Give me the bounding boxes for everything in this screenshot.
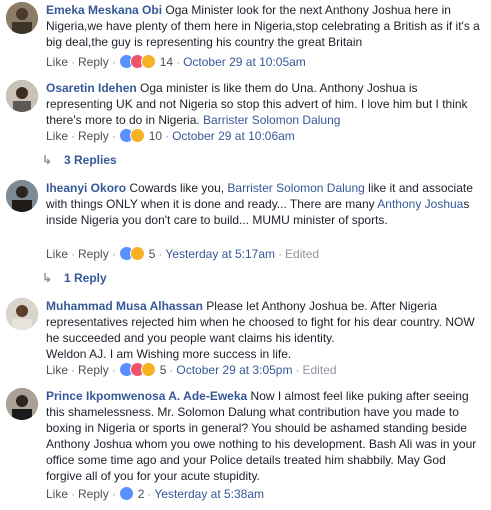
- view-replies-link[interactable]: ↳ 1 Reply: [42, 270, 107, 286]
- comment-body: Iheanyi Okoro Cowards like you, Barriste…: [46, 180, 483, 228]
- view-replies-link[interactable]: ↳ 3 Replies: [42, 152, 117, 168]
- reactions[interactable]: [118, 362, 156, 381]
- comment-author[interactable]: Emeka Meskana Obi: [46, 3, 162, 17]
- mention-link[interactable]: Barrister Solomon Dalung: [203, 113, 340, 127]
- reply-arrow-icon: ↳: [42, 271, 53, 285]
- reaction-count[interactable]: 5: [149, 247, 156, 261]
- haha-reaction-icon: [140, 362, 156, 377]
- comment-timestamp[interactable]: October 29 at 10:05am: [183, 55, 306, 69]
- reaction-count[interactable]: 5: [160, 363, 167, 377]
- comment-body: Muhammad Musa Alhassan Please let Anthon…: [46, 298, 483, 362]
- comment-actions: Like · Reply · 5 · Yesterday at 5:17am · Edited: [46, 246, 319, 262]
- reaction-count[interactable]: 2: [138, 487, 145, 501]
- comment-body: Emeka Meskana Obi Oga Minister look for …: [46, 2, 483, 50]
- comment-author[interactable]: Osaretin Idehen: [46, 81, 137, 95]
- avatar[interactable]: [6, 80, 38, 112]
- comment-author[interactable]: Prince Ikpomwenosa A. Ade-Eweka: [46, 389, 247, 403]
- reactions[interactable]: [118, 128, 145, 147]
- haha-reaction-icon: [140, 54, 156, 69]
- like-link[interactable]: Like: [46, 129, 68, 143]
- avatar[interactable]: [6, 388, 38, 420]
- avatar[interactable]: [6, 180, 38, 212]
- comment-text: Now I almost feel like puking after seei…: [46, 389, 476, 483]
- like-link[interactable]: Like: [46, 487, 68, 501]
- comment-actions: Like · Reply · 14 · October 29 at 10:05am: [46, 54, 306, 70]
- comment-actions: Like · Reply · 5 · October 29 at 3:05pm · Edited: [46, 362, 337, 378]
- comment-actions: Like · Reply · 2 · Yesterday at 5:38am: [46, 486, 264, 502]
- edited-label: Edited: [285, 247, 320, 261]
- comment-text-segment: Now I almost feel like puking after seei…: [46, 389, 477, 483]
- avatar[interactable]: [6, 298, 38, 330]
- comment-body: Prince Ikpomwenosa A. Ade-Eweka Now I al…: [46, 388, 483, 484]
- reply-link[interactable]: Reply: [78, 363, 109, 377]
- comment-timestamp[interactable]: October 29 at 10:06am: [172, 129, 295, 143]
- mention-link[interactable]: Barrister Solomon Dalung: [227, 181, 364, 195]
- reaction-count[interactable]: 10: [149, 129, 162, 143]
- like-reaction-icon: [118, 486, 134, 501]
- reaction-count[interactable]: 14: [160, 55, 173, 69]
- reply-link[interactable]: Reply: [78, 247, 109, 261]
- like-link[interactable]: Like: [46, 247, 68, 261]
- comment-timestamp[interactable]: Yesterday at 5:38am: [154, 487, 264, 501]
- reply-link[interactable]: Reply: [78, 129, 109, 143]
- comment-timestamp[interactable]: Yesterday at 5:17am: [165, 247, 275, 261]
- reactions[interactable]: [118, 54, 156, 73]
- comment-text-segment: Cowards like you,: [129, 181, 228, 195]
- reply-link[interactable]: Reply: [78, 55, 109, 69]
- comment-body: Osaretin Idehen Oga minister is like the…: [46, 80, 483, 128]
- mention-link[interactable]: Anthony Joshua: [377, 197, 463, 211]
- reactions[interactable]: [118, 486, 134, 505]
- reply-link[interactable]: Reply: [78, 487, 109, 501]
- haha-reaction-icon: [129, 128, 145, 143]
- comment-author[interactable]: Iheanyi Okoro: [46, 181, 126, 195]
- comment-author[interactable]: Muhammad Musa Alhassan: [46, 299, 203, 313]
- like-link[interactable]: Like: [46, 363, 68, 377]
- avatar[interactable]: [6, 2, 38, 34]
- comment-actions: Like · Reply · 10 · October 29 at 10:06am: [46, 128, 295, 144]
- comment-timestamp[interactable]: October 29 at 3:05pm: [176, 363, 292, 377]
- edited-label: Edited: [302, 363, 337, 377]
- haha-reaction-icon: [129, 246, 145, 261]
- reply-arrow-icon: ↳: [42, 153, 53, 167]
- like-link[interactable]: Like: [46, 55, 68, 69]
- reactions[interactable]: [118, 246, 145, 265]
